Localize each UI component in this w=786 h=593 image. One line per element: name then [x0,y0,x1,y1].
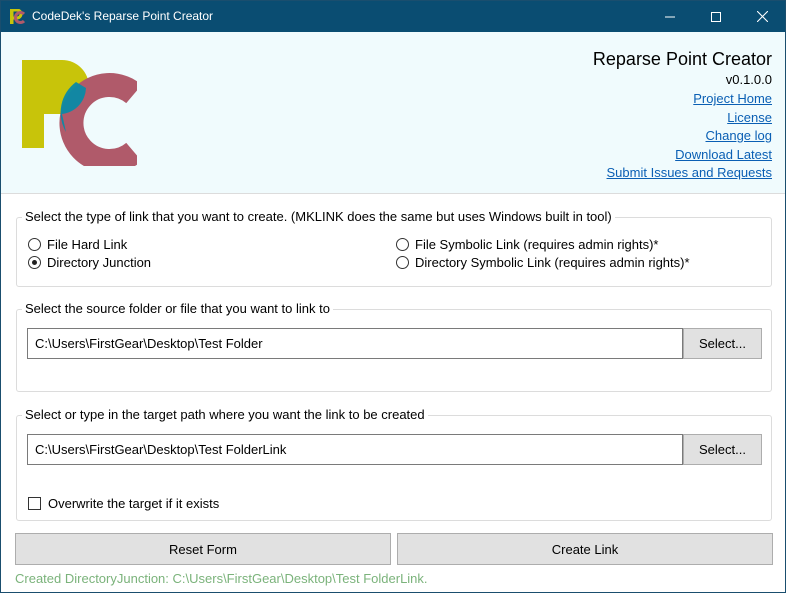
close-icon [756,11,768,22]
source-path-input[interactable] [27,328,683,359]
radio-button-icon[interactable] [396,256,409,269]
link-type-group: Select the type of link that you want to… [16,209,772,287]
target-select-button[interactable]: Select... [683,434,762,465]
radio-file-symbolic-link[interactable]: File Symbolic Link (requires admin right… [396,237,658,252]
source-legend: Select the source folder or file that yo… [22,301,333,317]
maximize-button[interactable] [693,1,739,32]
target-path-input[interactable] [27,434,683,465]
minimize-icon [665,12,675,22]
radio-file-hard-link[interactable]: File Hard Link [28,237,127,252]
overwrite-label: Overwrite the target if it exists [48,496,220,511]
link-project-home[interactable]: Project Home [472,90,772,109]
header-info: Reparse Point Creator v0.1.0.0 Project H… [472,48,772,183]
app-name: Reparse Point Creator [592,49,772,69]
link-submit-issues[interactable]: Submit Issues and Requests [472,164,772,183]
overwrite-checkbox-row[interactable]: Overwrite the target if it exists [28,496,219,511]
link-download-latest[interactable]: Download Latest [472,146,772,165]
radio-label: File Hard Link [47,237,128,252]
rpc-logo-icon [22,60,142,173]
reset-form-button[interactable]: Reset Form [15,533,391,565]
source-select-button[interactable]: Select... [683,328,762,359]
overwrite-checkbox[interactable] [28,497,41,510]
radio-button-icon[interactable] [396,238,409,251]
window-title: CodeDek's Reparse Point Creator [32,9,214,23]
header-panel: Reparse Point Creator v0.1.0.0 Project H… [1,32,785,194]
radio-directory-symbolic-link[interactable]: Directory Symbolic Link (requires admin … [396,255,690,270]
status-message: Created DirectoryJunction: C:\Users\Firs… [15,571,428,586]
create-link-button[interactable]: Create Link [397,533,773,565]
target-legend: Select or type in the target path where … [22,407,428,423]
minimize-button[interactable] [647,1,693,32]
radio-button-icon[interactable] [28,238,41,251]
link-type-legend: Select the type of link that you want to… [22,209,615,225]
app-icon [9,8,26,25]
target-group: Select or type in the target path where … [16,407,772,521]
radio-label: File Symbolic Link (requires admin right… [415,237,659,252]
app-version: v0.1.0.0 [725,72,772,87]
source-group: Select the source folder or file that yo… [16,301,772,392]
radio-label: Directory Junction [47,255,152,270]
radio-label: Directory Symbolic Link (requires admin … [415,255,690,270]
link-license[interactable]: License [472,109,772,128]
radio-directory-junction[interactable]: Directory Junction [28,255,151,270]
title-bar[interactable]: CodeDek's Reparse Point Creator [1,1,785,32]
app-window: CodeDek's Reparse Point Creator Reparse … [0,0,786,593]
link-change-log[interactable]: Change log [472,127,773,146]
close-button[interactable] [739,1,785,32]
radio-button-checked-icon[interactable] [28,256,41,269]
maximize-icon [711,11,721,22]
